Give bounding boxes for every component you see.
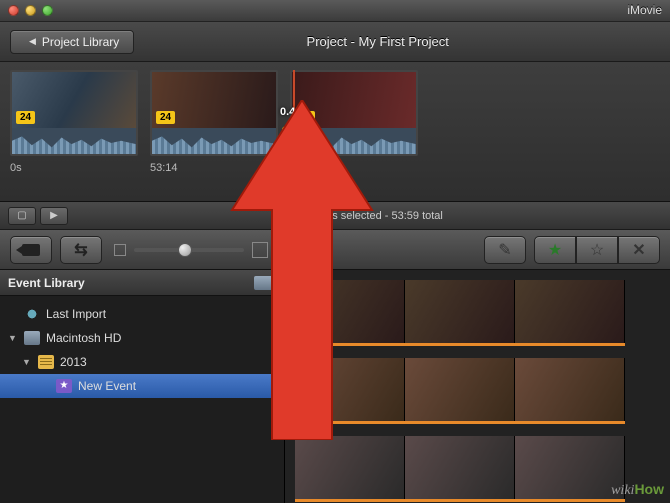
disclosure-triangle-icon[interactable]: ▼ [22,357,32,367]
hd-icon [24,331,40,345]
tree-item-label: Last Import [46,307,106,321]
app-title: iMovie [627,3,662,17]
clock-icon [24,307,40,321]
event-clip-row[interactable] [295,436,625,502]
slider-knob[interactable] [178,243,192,257]
event-tree[interactable]: Last Import ▼ Macintosh HD ▼ 2013 ★ New … [0,296,284,503]
event-tree-item-year[interactable]: ▼ 2013 [0,350,284,374]
event-tree-item-drive[interactable]: ▼ Macintosh HD [0,326,284,350]
timeline-clip[interactable]: 24 [290,70,418,156]
event-tree-item-event[interactable]: ★ New Event [0,374,284,398]
clip-timecode: 53:14 [150,162,278,174]
clip-timecode: 3:53 [290,162,418,174]
transition-icon[interactable] [282,126,308,150]
large-thumb-icon [252,242,268,258]
zoom-window-button[interactable] [42,5,53,16]
thumbnail-size-control [114,242,268,258]
rating-button-group: ★ ☆ ✕ [534,236,660,264]
star-filled-icon: ★ [548,240,562,260]
event-area: Event Library Last Import ▼ Macintosh HD… [0,270,670,503]
reject-button[interactable]: ✕ [618,236,660,264]
project-timeline[interactable]: 0.4s 24 24 24 0s 53:14 3:53 [0,62,670,202]
tree-item-label: New Event [78,379,136,393]
person-detect-button[interactable]: ◉ [276,236,306,264]
star-outline-icon: ☆ [590,240,604,260]
audio-waveform [292,128,416,154]
x-icon: ✕ [632,240,645,260]
audio-waveform [12,128,136,154]
window-titlebar: iMovie [0,0,670,22]
swap-icon: ⇆ [74,240,87,260]
thumbnail-size-slider[interactable] [134,248,244,252]
play-fullscreen-button[interactable]: ▢ [8,207,36,225]
project-library-button[interactable]: Project Library [10,30,134,54]
watermark: wikiHow [611,481,664,499]
project-title: Project - My First Project [307,34,449,49]
timeline-clip[interactable]: 24 [10,70,138,156]
import-camera-button[interactable] [10,236,52,264]
disclosure-triangle-icon[interactable]: ▼ [8,333,18,343]
transition-duration-label: 0.4s [280,106,301,118]
keyword-tool-button[interactable]: ✎ [484,236,526,264]
clip-fps-badge: 24 [16,111,35,124]
event-tree-item-last-import[interactable]: Last Import [0,302,284,326]
small-thumb-icon [114,244,126,256]
audio-waveform [152,128,276,154]
favorite-button[interactable]: ★ [534,236,576,264]
selection-info: .4s selected - 53:59 total [323,210,443,222]
drive-icon [254,276,276,290]
close-window-button[interactable] [8,5,19,16]
event-clip-row[interactable] [295,280,625,346]
project-library-label: Project Library [42,35,119,49]
event-browser[interactable] [285,270,670,503]
person-icon: ◉ [284,240,298,260]
play-button[interactable]: ▶ [40,207,68,225]
event-star-icon: ★ [56,379,72,393]
camera-icon [22,244,40,256]
clip-fps-badge: 24 [156,111,175,124]
event-library-panel: Event Library Last Import ▼ Macintosh HD… [0,270,285,503]
tree-item-label: Macintosh HD [46,331,121,345]
swap-layout-button[interactable]: ⇆ [60,236,102,264]
window-controls [0,5,53,16]
event-library-header: Event Library [0,270,284,296]
main-toolbar: ⇆ ◉ ✎ ★ ☆ ✕ [0,230,670,270]
unrate-button[interactable]: ☆ [576,236,618,264]
calendar-icon [38,355,54,369]
project-toolbar: Project Library Project - My First Proje… [0,22,670,62]
minimize-window-button[interactable] [25,5,36,16]
tag-icon: ✎ [498,240,511,260]
timeline-clip[interactable]: 24 [150,70,278,156]
playback-bar: ▢ ▶ .4s selected - 53:59 total [0,202,670,230]
clip-timecode: 0s [10,162,138,174]
tree-item-label: 2013 [60,355,87,369]
event-library-title: Event Library [8,276,85,290]
event-clip-row[interactable] [295,358,625,424]
